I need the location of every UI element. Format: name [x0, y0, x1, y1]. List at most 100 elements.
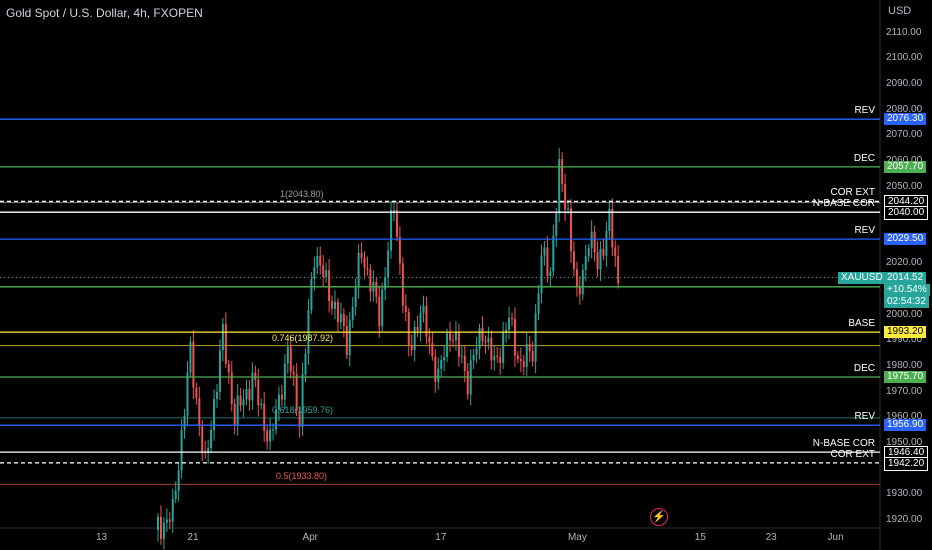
y-tick-label: 2050.00: [886, 180, 923, 192]
candle-body: [283, 363, 286, 400]
candle-body: [546, 247, 549, 276]
chart-title: Gold Spot / U.S. Dollar, 4h, FXOPEN: [6, 6, 203, 20]
candle-body: [292, 371, 295, 375]
candle-body: [570, 208, 572, 252]
candle-body: [257, 379, 260, 406]
price-chart[interactable]: [0, 0, 932, 550]
candle-body: [177, 470, 180, 491]
candle-body: [584, 256, 587, 270]
x-tick-label: Apr: [302, 532, 318, 543]
level-price-tag: 1993.20: [884, 326, 927, 339]
candle-body: [345, 325, 348, 355]
candle-body: [543, 247, 546, 256]
candle-body: [195, 387, 198, 399]
candle-body: [286, 346, 289, 364]
candle-body: [192, 341, 195, 388]
candle-body: [496, 355, 499, 357]
candle-body: [531, 351, 534, 362]
candle-body: [502, 332, 505, 363]
candle-body: [354, 287, 357, 307]
candle-body: [575, 269, 578, 288]
candle-body: [393, 210, 395, 212]
candle-body: [331, 300, 334, 309]
candle-body: [487, 337, 490, 343]
x-tick-label: 17: [435, 532, 447, 543]
candle-body: [313, 266, 316, 280]
candle-body: [564, 184, 567, 210]
candle-body: [407, 311, 410, 346]
candle-body: [351, 306, 354, 320]
candle-body: [516, 355, 519, 360]
candle-body: [572, 251, 575, 270]
candle-body: [460, 355, 463, 357]
candle-body: [395, 210, 398, 238]
candle-body: [428, 336, 431, 343]
candle-body: [236, 395, 239, 426]
level-price-tag: 1942.20: [884, 456, 929, 471]
candle-body: [499, 356, 502, 363]
candle-body: [198, 398, 201, 427]
candle-body: [263, 403, 266, 431]
y-tick-label: 2090.00: [886, 78, 923, 90]
candle-body: [390, 210, 393, 251]
y-tick-label: 2070.00: [886, 129, 923, 141]
candle-body: [218, 350, 221, 392]
candle-body: [410, 345, 413, 350]
candle-body: [419, 312, 422, 331]
x-tick-label: May: [567, 532, 587, 543]
candle-body: [446, 333, 449, 357]
candle-body: [481, 327, 484, 341]
candle-body: [360, 252, 363, 259]
candle-body: [534, 313, 537, 362]
candle-body: [375, 281, 378, 297]
candle-body: [348, 319, 351, 355]
level-label: N-BASE COR: [812, 198, 875, 210]
candle-body: [224, 323, 227, 364]
candle-body: [602, 248, 605, 256]
level-label: COR EXT: [830, 448, 875, 460]
candle-body: [266, 430, 269, 442]
candle-body: [201, 426, 204, 452]
candle-body: [316, 255, 319, 267]
symbol-badge: XAUUSD: [838, 271, 886, 284]
candle-body: [165, 519, 168, 523]
candle-body: [381, 289, 384, 327]
y-tick-label: 2110.00: [886, 26, 922, 38]
candle-body: [180, 429, 183, 471]
y-tick-label: 1980.00: [886, 359, 923, 371]
candle-body: [328, 270, 331, 301]
candle-body: [478, 327, 481, 349]
lightning-icon[interactable]: ⚡: [650, 508, 668, 526]
candle-body: [490, 337, 493, 361]
x-tick-label: 15: [694, 532, 706, 543]
level-price-tag: 2040.00: [884, 206, 929, 221]
level-price-tag: 2029.50: [884, 233, 927, 246]
candle-body: [484, 340, 487, 343]
level-label: REV: [854, 411, 875, 423]
fib-level-label: 0.746(1987.92): [272, 332, 334, 343]
level-label: DEC: [853, 363, 875, 374]
candle-body: [384, 277, 387, 290]
fib-level-label: 0.5(1933.80): [276, 471, 328, 482]
candle-body: [289, 346, 292, 372]
candle-body: [233, 403, 236, 426]
candle-body: [617, 256, 620, 284]
candle-body: [508, 318, 511, 330]
candle-body: [443, 356, 446, 361]
candle-body: [593, 231, 596, 253]
candle-body: [398, 237, 401, 264]
candle-body: [269, 429, 272, 442]
candle-body: [221, 323, 224, 351]
fib-level-label: 1(2043.80): [280, 189, 324, 200]
candle-body: [301, 374, 304, 427]
candle-body: [422, 305, 425, 313]
candle-body: [596, 252, 599, 270]
level-price-tag: 2057.70: [884, 160, 927, 173]
candle-body: [319, 255, 322, 266]
candle-body: [466, 370, 469, 395]
candle-body: [434, 356, 437, 382]
candle-body: [614, 247, 617, 257]
candle-body: [336, 301, 339, 322]
x-tick-label: 21: [187, 532, 199, 543]
fib-level-label: 0.618(1959.76): [272, 404, 334, 415]
